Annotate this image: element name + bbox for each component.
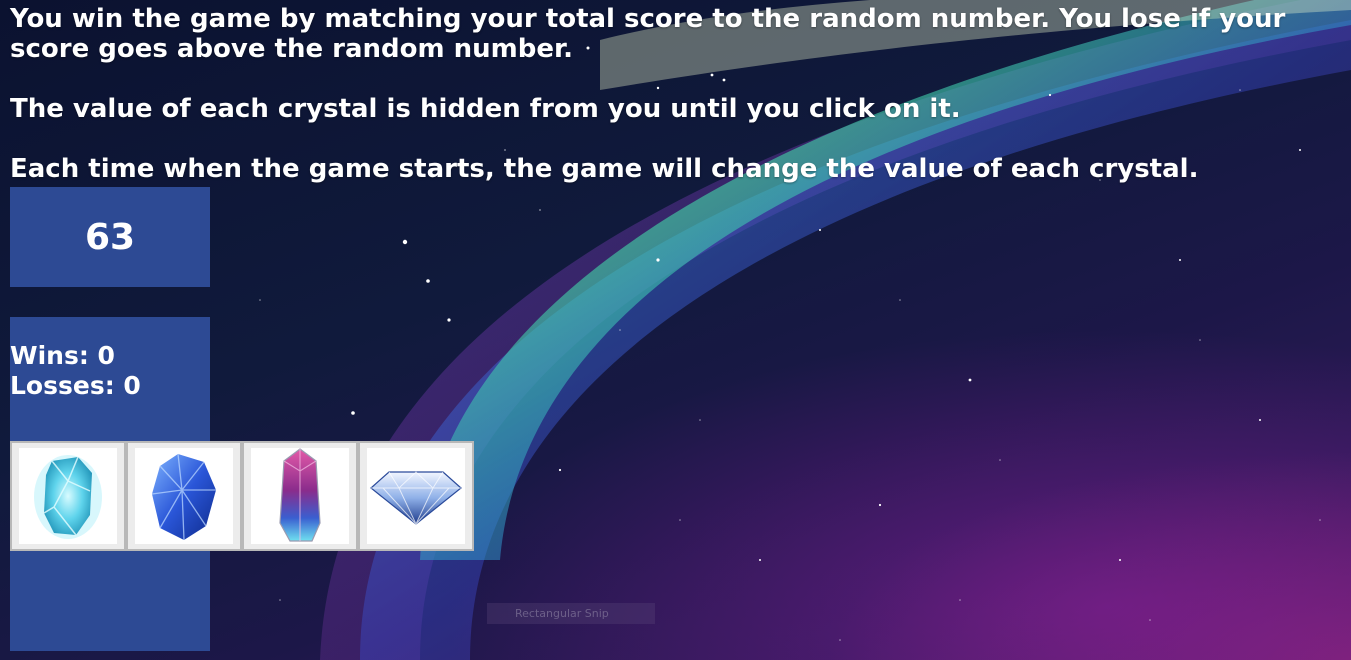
crystal-button-ice[interactable] — [10, 441, 126, 551]
diamond-icon — [370, 471, 462, 526]
scoreboard: Wins: 0 Losses: 0 — [10, 341, 141, 401]
target-number: 63 — [84, 216, 136, 258]
blue-crystal-icon — [151, 453, 216, 541]
instruction-hidden-values: The value of each crystal is hidden from… — [10, 94, 961, 124]
magenta-crystal-icon — [279, 448, 321, 542]
crystal-row — [10, 441, 474, 551]
losses-count: Losses: 0 — [10, 371, 141, 400]
instruction-value-change: Each time when the game starts, the game… — [10, 154, 1199, 184]
target-number-box: 63 — [10, 187, 210, 287]
instructions: You win the game by matching your total … — [10, 4, 1330, 214]
game-container: You win the game by matching your total … — [0, 0, 1351, 660]
wins-count: Wins: 0 — [10, 341, 115, 370]
crystal-button-magenta[interactable] — [242, 441, 358, 551]
ice-crystal-icon — [34, 455, 102, 539]
crystal-button-diamond[interactable] — [358, 441, 474, 551]
snip-tooltip: Rectangular Snip — [487, 603, 655, 624]
instruction-win-lose: You win the game by matching your total … — [10, 4, 1286, 64]
crystal-button-blue[interactable] — [126, 441, 242, 551]
